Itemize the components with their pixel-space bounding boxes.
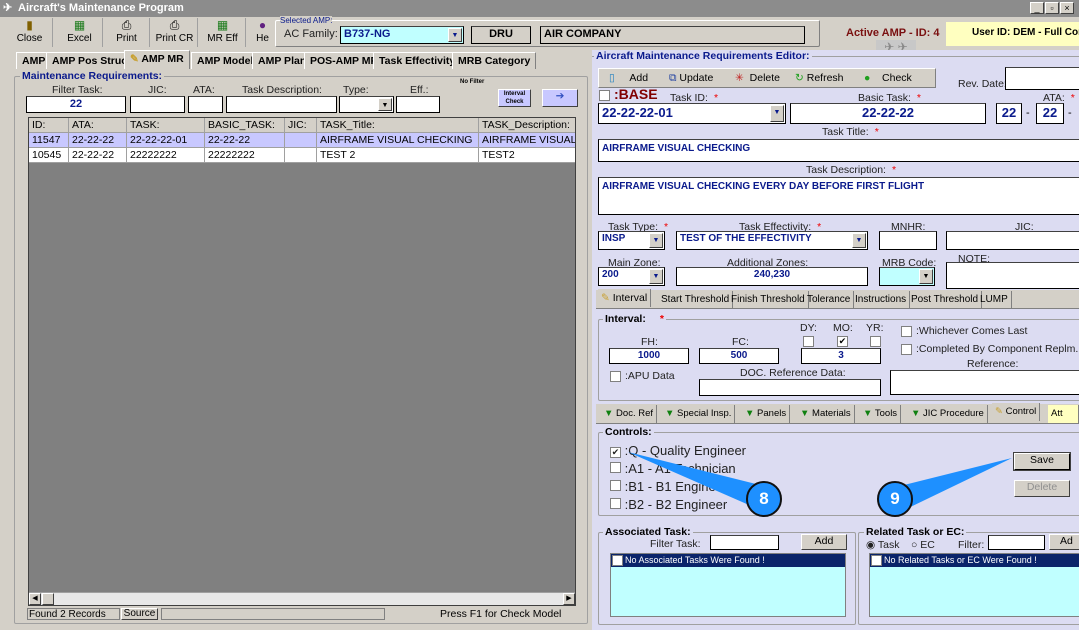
callout-overlay <box>628 452 1012 512</box>
callout-9: 9 <box>877 481 913 517</box>
callout-8: 8 <box>746 481 782 517</box>
callout-8-pointer <box>628 452 765 512</box>
